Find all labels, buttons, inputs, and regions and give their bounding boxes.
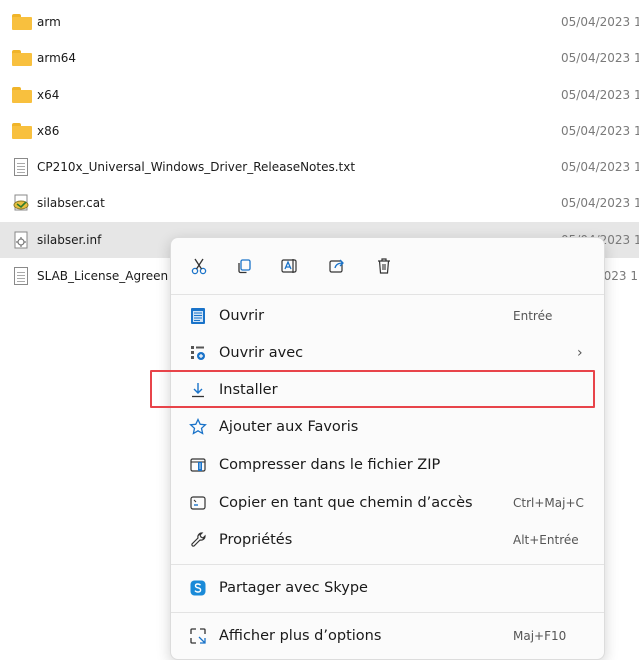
file-name: SLAB_License_Agreen — [37, 269, 169, 283]
zip-icon — [188, 455, 208, 475]
menu-item-label: Propriétés — [219, 531, 293, 548]
file-date: 05/04/2023 1 — [561, 124, 639, 138]
context-menu: Ouvrir Entrée Ouvrir avec › Installer Aj… — [170, 237, 605, 660]
menu-item-label: Ouvrir — [219, 307, 265, 324]
catalog-file-icon — [12, 194, 32, 212]
menu-item-ouvrir-avec[interactable]: Ouvrir avec › — [177, 334, 598, 371]
text-file-icon — [14, 267, 28, 285]
menu-divider — [171, 612, 604, 613]
menu-item-shortcut: Ctrl+Maj+C — [513, 495, 584, 510]
notepad-icon — [188, 306, 208, 326]
file-date: 05/04/2023 1 — [561, 160, 639, 174]
menu-item-more-options[interactable]: Afficher plus d’options Maj+F10 — [177, 617, 598, 654]
rename-icon[interactable] — [275, 252, 303, 280]
more-options-icon — [188, 626, 208, 646]
folder-icon — [12, 14, 32, 30]
cut-icon[interactable] — [185, 252, 213, 280]
open-with-icon — [188, 343, 208, 363]
folder-icon — [12, 123, 32, 139]
skype-icon — [188, 578, 208, 598]
file-name: x86 — [37, 124, 60, 138]
file-name: x64 — [37, 88, 60, 102]
menu-item-label: Ajouter aux Favoris — [219, 418, 359, 435]
file-row-arm[interactable]: arm 05/04/2023 1 — [0, 4, 639, 40]
path-icon — [188, 493, 208, 513]
menu-item-shortcut: Entrée — [513, 308, 553, 323]
menu-item-zip[interactable]: Compresser dans le fichier ZIP — [177, 446, 598, 483]
file-row-release-notes[interactable]: CP210x_Universal_Windows_Driver_ReleaseN… — [0, 149, 639, 185]
file-date: 05/04/2023 1 — [561, 51, 639, 65]
file-name: silabser.cat — [37, 196, 105, 210]
file-row-arm64[interactable]: arm64 05/04/2023 1 — [0, 40, 639, 76]
menu-item-label: Partager avec Skype — [219, 579, 368, 596]
file-name: silabser.inf — [37, 233, 102, 247]
file-name: arm — [37, 15, 61, 29]
file-name: CP210x_Universal_Windows_Driver_ReleaseN… — [37, 160, 356, 174]
menu-item-label: Afficher plus d’options — [219, 627, 382, 644]
file-row-x64[interactable]: x64 05/04/2023 1 — [0, 77, 639, 113]
file-row-silabser-cat[interactable]: silabser.cat 05/04/2023 1 — [0, 185, 639, 221]
quick-actions-bar — [171, 238, 604, 293]
menu-item-label: Copier en tant que chemin d’accès — [219, 494, 473, 511]
share-icon[interactable] — [323, 252, 351, 280]
copy-icon[interactable] — [230, 252, 258, 280]
file-row-x86[interactable]: x86 05/04/2023 1 — [0, 113, 639, 149]
file-date: 05/04/2023 1 — [561, 196, 639, 210]
menu-item-shortcut: Maj+F10 — [513, 628, 567, 643]
file-date: 05/04/2023 1 — [561, 88, 639, 102]
file-name: arm64 — [37, 51, 77, 65]
menu-divider — [171, 564, 604, 565]
star-icon — [188, 417, 208, 437]
menu-item-ouvrir[interactable]: Ouvrir Entrée — [177, 297, 598, 334]
chevron-right-icon: › — [577, 344, 583, 361]
text-file-icon — [14, 158, 28, 176]
wrench-icon — [188, 530, 208, 550]
menu-divider — [171, 294, 604, 295]
folder-icon — [12, 87, 32, 103]
menu-item-proprietes[interactable]: Propriétés Alt+Entrée — [177, 521, 598, 558]
menu-item-label: Compresser dans le fichier ZIP — [219, 456, 441, 473]
inf-file-icon — [12, 231, 32, 249]
installer-highlight-box — [150, 370, 595, 408]
menu-item-shortcut: Alt+Entrée — [513, 532, 579, 547]
menu-item-favoris[interactable]: Ajouter aux Favoris — [177, 408, 598, 445]
file-date: 05/04/2023 1 — [561, 15, 639, 29]
menu-item-label: Ouvrir avec — [219, 344, 304, 361]
folder-icon — [12, 50, 32, 66]
menu-item-skype[interactable]: Partager avec Skype — [177, 569, 598, 606]
menu-item-copy-path[interactable]: Copier en tant que chemin d’accès Ctrl+M… — [177, 484, 598, 521]
delete-icon[interactable] — [370, 252, 398, 280]
